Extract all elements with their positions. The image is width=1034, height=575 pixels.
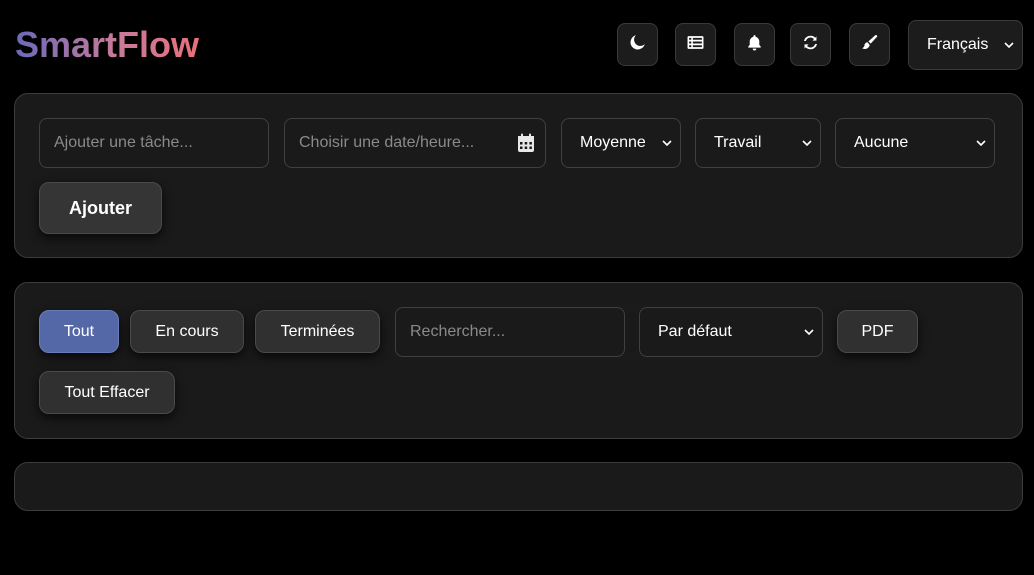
category-select[interactable]: Travail [695,118,821,168]
task-input-field[interactable] [39,118,269,168]
export-pdf-button[interactable]: PDF [837,310,918,353]
add-task-button[interactable]: Ajouter [39,182,162,234]
search-field[interactable] [395,307,625,357]
filter-panel: Tout En cours Terminées Par défaut PDF T… [14,282,1023,439]
search-input[interactable] [396,322,624,342]
priority-select-value: Moyenne [580,134,646,151]
chevron-down-icon [804,328,814,336]
moon-icon [629,34,646,56]
theme-customize-button[interactable] [849,23,890,66]
clear-all-button[interactable]: Tout Effacer [39,371,175,414]
language-select-value: Français [927,36,989,53]
date-input-field[interactable] [284,118,546,168]
category-select-value: Travail [714,134,762,151]
language-select[interactable]: Français [908,20,1023,70]
refresh-icon [802,34,819,56]
filter-in-progress-button[interactable]: En cours [130,310,244,353]
sort-select[interactable]: Par défaut [639,307,823,357]
task-input[interactable] [40,133,268,153]
header: SmartFlow Français [0,0,1034,90]
list-icon [687,34,704,56]
date-input[interactable] [285,133,545,153]
task-list-panel [14,462,1023,511]
paintbrush-icon [861,34,878,56]
recurrence-select[interactable]: Aucune [835,118,995,168]
app-logo: SmartFlow [15,24,200,65]
chevron-down-icon [1004,41,1014,49]
calendar-icon[interactable] [517,133,535,153]
dark-mode-toggle-button[interactable] [617,23,658,66]
sync-button[interactable] [790,23,831,66]
sort-select-value: Par défaut [658,323,732,340]
chevron-down-icon [802,139,812,147]
bell-icon [746,34,763,56]
recurrence-select-value: Aucune [854,134,909,151]
notifications-button[interactable] [734,23,775,66]
add-task-panel: Moyenne Travail Aucune Ajouter [14,93,1023,258]
chevron-down-icon [662,139,672,147]
filter-all-button[interactable]: Tout [39,310,119,353]
filter-done-button[interactable]: Terminées [255,310,380,353]
chevron-down-icon [976,139,986,147]
list-view-button[interactable] [675,23,716,66]
priority-select[interactable]: Moyenne [561,118,681,168]
